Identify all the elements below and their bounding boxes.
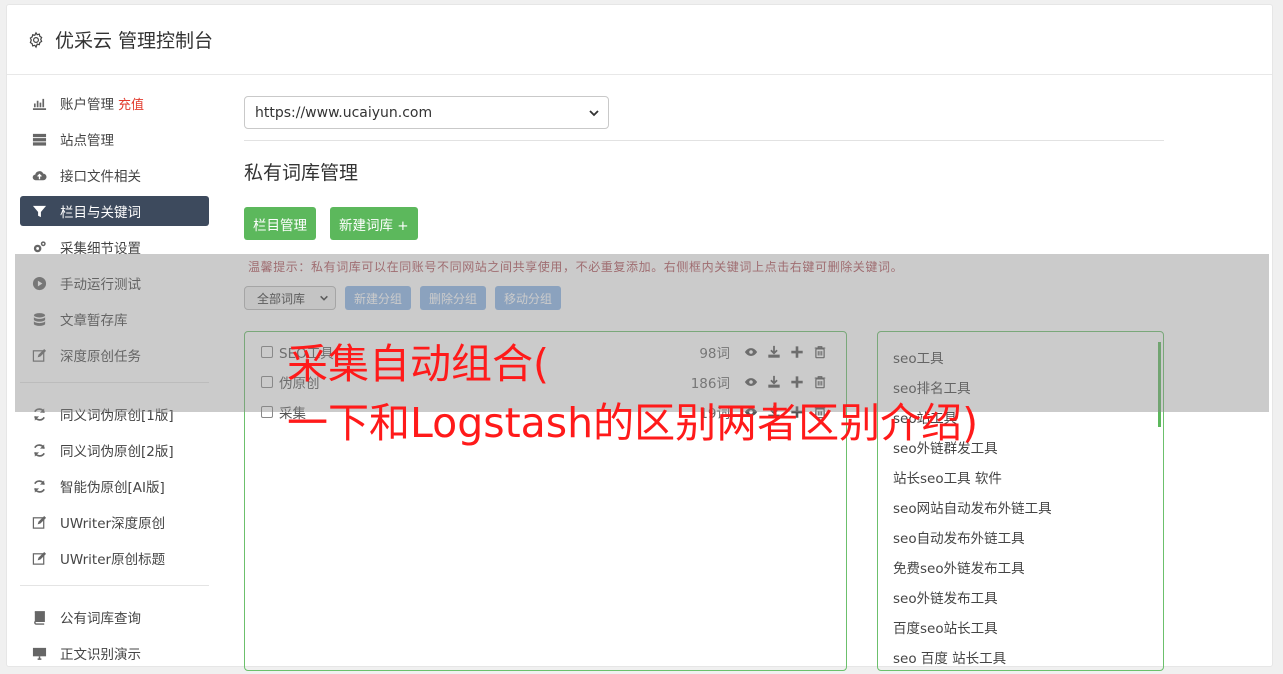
cloud-upload-icon [31,167,48,184]
new-library-button[interactable]: 新建词库 + [330,207,418,240]
edit-icon [31,550,48,567]
gears-icon [31,239,48,256]
server-icon [31,131,48,148]
refresh-icon [31,442,48,459]
sidebar-item[interactable]: 智能伪原创[AI版] [20,471,209,501]
sidebar-item[interactable]: 同义词伪原创[2版] [20,435,209,465]
sidebar-item[interactable]: 正文识别演示 [20,638,209,668]
sidebar-item-label: UWriter原创标题 [60,552,166,568]
keyword-item[interactable]: 百度seo站长工具 [878,612,1163,642]
keyword-item[interactable]: 站长seo工具 软件 [878,462,1163,492]
sidebar-item-label: 账户管理 [60,97,114,113]
sidebar-item[interactable]: 接口文件相关 [20,160,209,190]
overlay-banner [15,254,1269,412]
refresh-icon [31,478,48,495]
site-select-value: https://www.ucaiyun.com [255,104,433,121]
sidebar-item-label: 接口文件相关 [60,169,141,185]
monitor-icon [31,645,48,662]
sidebar-item[interactable]: UWriter原创标题 [20,543,209,573]
divider [244,140,1164,141]
sidebar-item-label: 正文识别演示 [60,647,141,663]
gear-icon [29,31,43,48]
edit-icon [31,514,48,531]
columns-button[interactable]: 栏目管理 [244,207,316,240]
page-header: 优采云 管理控制台 [7,5,1272,75]
sidebar-item-label: 公有词库查询 [60,611,141,627]
keyword-item[interactable]: seo外链发布工具 [878,582,1163,612]
section-title: 私有词库管理 [244,162,359,184]
book-icon [31,609,48,626]
sidebar-item-label: 同义词伪原创[2版] [60,444,174,460]
overlay-title-line1: 采集自动组合( [287,340,549,388]
keyword-item[interactable]: 免费seo外链发布工具 [878,552,1163,582]
keyword-item[interactable]: seo自动发布外链工具 [878,522,1163,552]
sidebar-item[interactable]: 公有词库查询 [20,602,209,632]
overlay-title-line2: 一下和Logstash的区别两者区别介绍) [287,399,979,447]
sidebar-item-label: 智能伪原创[AI版] [60,480,165,496]
filter-icon [31,203,48,220]
sidebar-item-label: UWriter深度原创 [60,516,166,532]
sidebar-item[interactable]: UWriter深度原创 [20,507,209,537]
sidebar-item[interactable]: 栏目与关键词 [20,196,209,226]
sidebar-item[interactable]: 账户管理 充值 [20,88,209,118]
sidebar-item[interactable]: 站点管理 [20,124,209,154]
page-title: 优采云 管理控制台 [55,30,214,52]
sidebar-item-label: 栏目与关键词 [60,205,141,221]
recharge-link[interactable]: 充值 [118,94,144,113]
site-select[interactable]: https://www.ucaiyun.com [244,96,609,129]
sidebar-divider [20,585,209,586]
sidebar-item-label: 站点管理 [60,133,114,149]
chevron-down-icon [589,109,599,116]
keyword-item[interactable]: seo网站自动发布外链工具 [878,492,1163,522]
bar-chart-icon [31,95,48,112]
